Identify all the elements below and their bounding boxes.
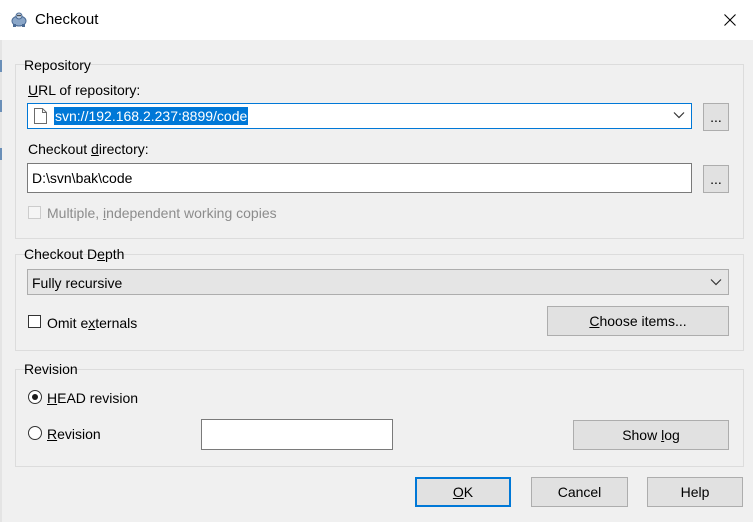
- browse-url-button[interactable]: ...: [703, 103, 729, 131]
- radio-selected-dot: [32, 394, 38, 400]
- close-button[interactable]: [707, 0, 753, 40]
- revision-number-input[interactable]: [201, 419, 393, 450]
- head-revision-label: HEAD revision: [47, 390, 139, 406]
- close-icon: [724, 14, 736, 26]
- edge-mark: [0, 100, 2, 112]
- head-revision-radio[interactable]: [28, 390, 42, 404]
- checkout-depth-select[interactable]: Fully recursive: [27, 269, 729, 295]
- title-bar[interactable]: Checkout: [0, 0, 753, 40]
- document-icon: [34, 108, 47, 124]
- edge-mark: [0, 148, 2, 160]
- checkout-dialog: Checkout Repository URL of repository: s…: [0, 0, 753, 522]
- show-log-button[interactable]: Show log: [573, 420, 729, 450]
- tortoise-svn-icon: [11, 12, 27, 27]
- url-combobox[interactable]: svn://192.168.2.237:8899/code: [27, 103, 692, 129]
- multiple-working-copies-checkbox[interactable]: [28, 206, 41, 219]
- revision-group-title: Revision: [24, 361, 78, 377]
- help-button[interactable]: Help: [647, 477, 743, 507]
- window-title: Checkout: [35, 11, 99, 28]
- omit-externals-checkbox[interactable]: [28, 315, 41, 328]
- revision-radio-label: Revision: [47, 426, 101, 442]
- checkout-depth-selected-value: Fully recursive: [32, 275, 123, 291]
- repository-group-title: Repository: [24, 57, 91, 73]
- multiple-working-copies-label: Multiple, independent working copies: [47, 205, 277, 221]
- revision-radio[interactable]: [28, 426, 42, 440]
- checkout-directory-label: Checkout directory:: [28, 141, 149, 157]
- chevron-down-icon[interactable]: [673, 111, 685, 119]
- window-left-edge: [0, 40, 2, 522]
- url-label: URL of repository:: [28, 82, 141, 98]
- cancel-button[interactable]: Cancel: [531, 477, 628, 507]
- url-input-text[interactable]: svn://192.168.2.237:8899/code: [54, 107, 249, 125]
- ok-button[interactable]: OK: [415, 477, 511, 507]
- edge-mark: [0, 60, 2, 72]
- chevron-down-icon[interactable]: [710, 278, 722, 286]
- browse-directory-button[interactable]: ...: [703, 165, 729, 193]
- revision-group: [15, 369, 744, 467]
- checkout-directory-input[interactable]: D:\svn\bak\code: [27, 163, 692, 193]
- omit-externals-label: Omit externals: [47, 315, 138, 331]
- checkout-depth-group-title: Checkout Depth: [24, 246, 125, 262]
- choose-items-button[interactable]: Choose items...: [547, 306, 729, 336]
